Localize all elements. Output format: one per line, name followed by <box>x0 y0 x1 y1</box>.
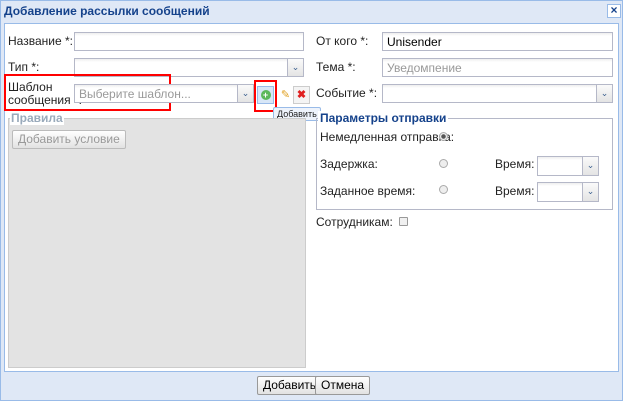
delay-time-label: Время: <box>495 157 535 171</box>
chevron-down-icon[interactable]: ⌄ <box>287 58 304 77</box>
rules-legend: Правила <box>10 111 64 125</box>
add-template-button[interactable]: + <box>257 86 274 104</box>
immediate-label: Немедленная отправка: <box>320 130 455 144</box>
from-label: От кого *: <box>316 34 369 48</box>
delay-time-select[interactable]: ⌄ <box>537 156 599 176</box>
template-select[interactable]: Выберите шаблон... ⌄ <box>74 84 254 103</box>
event-label: Событие *: <box>316 86 378 100</box>
delay-label: Задержка: <box>320 157 378 171</box>
close-icon[interactable]: × <box>607 4 621 18</box>
cancel-button[interactable]: Отмена <box>315 376 371 395</box>
subject-input[interactable]: Уведомпение <box>382 58 613 77</box>
send-params-legend: Параметры отправки <box>318 111 449 125</box>
chevron-down-icon[interactable]: ⌄ <box>237 84 254 103</box>
dialog-title: Добавление рассылки сообщений <box>4 4 210 18</box>
add-condition-button[interactable]: Добавить условие <box>12 130 126 149</box>
name-input[interactable] <box>74 32 304 51</box>
staff-label: Сотрудникам: <box>316 215 393 229</box>
scheduled-time-select[interactable]: ⌄ <box>537 182 599 202</box>
scheduled-label: Заданное время: <box>320 184 416 198</box>
scheduled-time-label: Время: <box>495 184 535 198</box>
event-select[interactable]: ⌄ <box>382 84 613 103</box>
template-label: Шаблон сообщения *: <box>8 81 82 107</box>
plus-circle-icon: + <box>260 90 271 100</box>
subject-label: Тема *: <box>316 60 356 74</box>
template-label-line2: сообщения *: <box>8 93 82 107</box>
chevron-down-icon[interactable]: ⌄ <box>596 84 613 103</box>
add-button[interactable]: Добавить <box>257 376 323 395</box>
edit-template-button[interactable]: ✎ <box>277 86 294 104</box>
immediate-radio[interactable] <box>439 132 448 141</box>
chevron-down-icon[interactable]: ⌄ <box>582 182 599 202</box>
delete-x-icon: ✖ <box>296 89 307 101</box>
template-placeholder: Выберите шаблон... <box>79 87 191 101</box>
staff-checkbox[interactable] <box>399 217 408 226</box>
rules-fieldset <box>8 118 306 368</box>
template-label-line1: Шаблон <box>8 80 53 94</box>
delay-radio[interactable] <box>439 159 448 168</box>
chevron-down-icon[interactable]: ⌄ <box>582 156 599 176</box>
scheduled-radio[interactable] <box>439 185 448 194</box>
from-input[interactable]: Unisender <box>382 32 613 51</box>
delete-template-button[interactable]: ✖ <box>293 86 310 104</box>
pencil-icon: ✎ <box>280 89 291 101</box>
name-label: Название *: <box>8 34 73 48</box>
type-label: Тип *: <box>8 60 40 74</box>
